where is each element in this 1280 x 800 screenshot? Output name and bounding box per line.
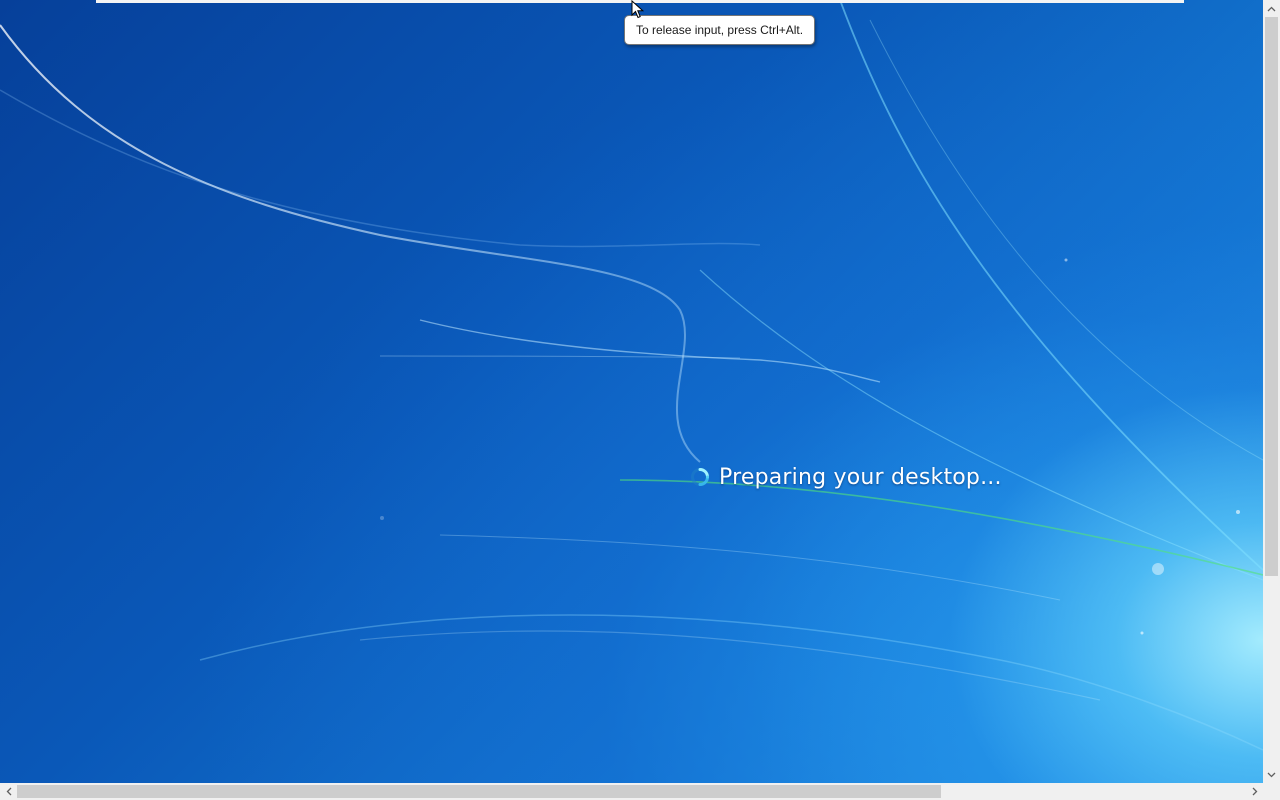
scroll-up-button[interactable] (1263, 0, 1280, 17)
chevron-right-icon (1252, 787, 1257, 796)
wallpaper-light-streaks (0, 0, 1263, 751)
vertical-scrollbar[interactable] (1263, 0, 1280, 783)
chevron-left-icon (6, 787, 11, 796)
scroll-down-button[interactable] (1263, 766, 1280, 783)
horizontal-scrollbar[interactable] (0, 783, 1263, 800)
scrollbar-corner (1263, 783, 1280, 800)
chevron-up-icon (1267, 6, 1276, 11)
status-message: Preparing your desktop... (719, 464, 1002, 490)
mouse-pointer-icon (631, 0, 645, 19)
chevron-down-icon (1267, 772, 1276, 777)
busy-spinner-icon (691, 468, 709, 486)
vm-viewport[interactable]: Preparing your desktop... To release inp… (0, 0, 1280, 800)
login-status: Preparing your desktop... (690, 462, 1002, 492)
horizontal-scroll-thumb[interactable] (17, 785, 941, 798)
release-input-tooltip: To release input, press Ctrl+Alt. (624, 15, 816, 45)
scroll-left-button[interactable] (0, 783, 17, 800)
scroll-right-button[interactable] (1246, 783, 1263, 800)
desktop-background (0, 0, 1263, 783)
vertical-scroll-thumb[interactable] (1265, 17, 1278, 576)
